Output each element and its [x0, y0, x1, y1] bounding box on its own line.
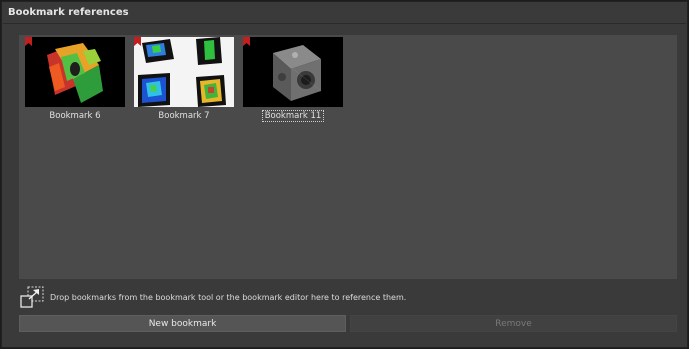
- bookmark-flag-icon: [243, 37, 250, 46]
- new-bookmark-button[interactable]: New bookmark: [19, 315, 346, 332]
- bookmark-card[interactable]: Bookmark 6: [25, 37, 125, 121]
- bookmark-references-panel: Bookmark references Bookmark 6 Bookmark …: [1, 1, 688, 348]
- title-divider: [3, 23, 686, 24]
- drop-reference-icon: [20, 286, 44, 308]
- drop-hint-text: Drop bookmarks from the bookmark tool or…: [50, 293, 407, 302]
- bookmark-label: Bookmark 6: [49, 111, 101, 121]
- bookmark-card[interactable]: Bookmark 7: [134, 37, 234, 121]
- panel-title: Bookmark references: [8, 7, 129, 18]
- bookmark-flag-icon: [134, 37, 141, 46]
- bookmark-flag-icon: [25, 37, 32, 46]
- bookmark-thumbnail[interactable]: [25, 37, 125, 107]
- bookmark-card[interactable]: Bookmark 11: [243, 37, 343, 122]
- bookmark-label: Bookmark 11: [243, 110, 343, 122]
- bookmark-drop-area[interactable]: Bookmark 6 Bookmark 7 Bookmark 11: [19, 35, 677, 279]
- bookmark-label: Bookmark 7: [158, 111, 210, 121]
- bookmark-thumbnail[interactable]: [243, 37, 343, 107]
- bookmark-thumbnail[interactable]: [134, 37, 234, 107]
- remove-button[interactable]: Remove: [350, 315, 677, 332]
